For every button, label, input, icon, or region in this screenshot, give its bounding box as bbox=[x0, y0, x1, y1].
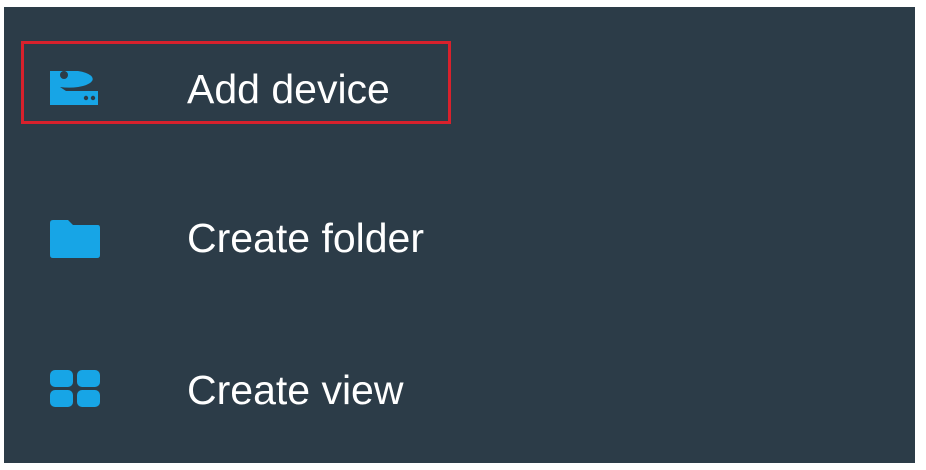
menu-item-create-folder[interactable]: Create folder bbox=[4, 183, 915, 293]
menu-item-create-view[interactable]: Create view bbox=[4, 335, 915, 445]
folder-icon bbox=[48, 219, 102, 259]
menu-item-add-device[interactable]: Add device bbox=[4, 33, 915, 143]
menu-item-label: Add device bbox=[187, 66, 390, 112]
action-menu: Add device Create folder Create view bbox=[4, 7, 915, 463]
camera-device-icon bbox=[48, 67, 102, 107]
menu-item-label: Create folder bbox=[187, 215, 425, 261]
menu-item-label: Create view bbox=[187, 367, 404, 413]
grid-view-icon bbox=[48, 368, 102, 408]
